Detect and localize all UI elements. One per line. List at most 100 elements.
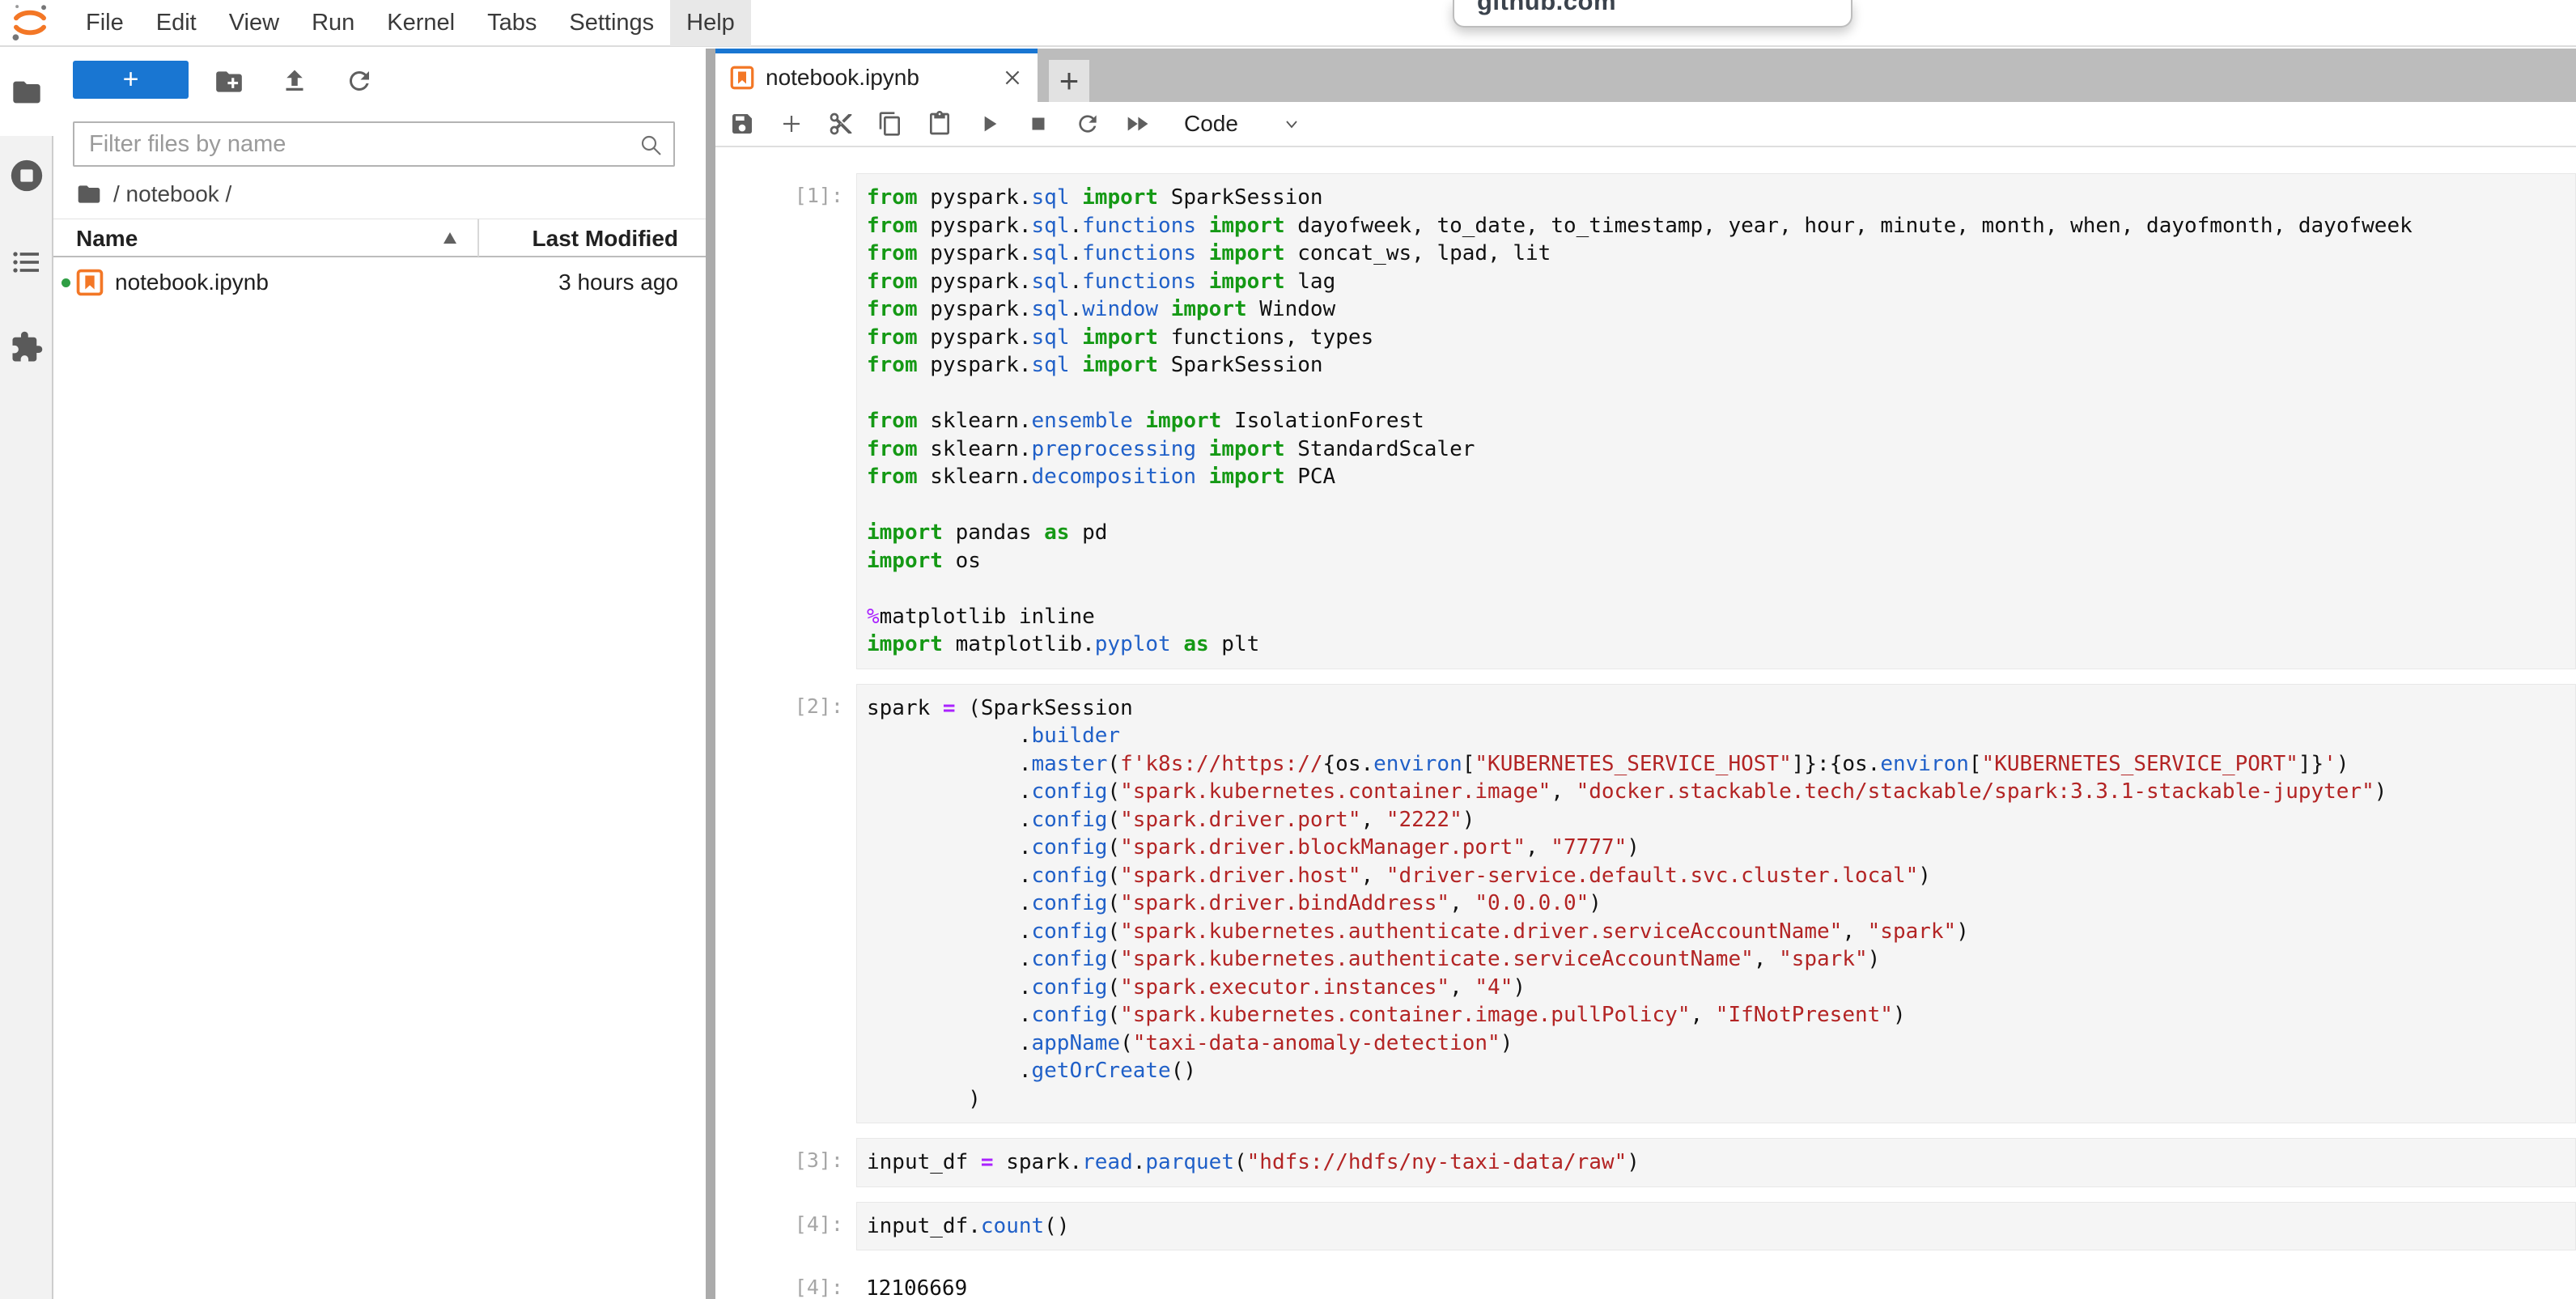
upload-icon (280, 66, 309, 96)
column-header-name[interactable]: Name (76, 226, 138, 252)
upload-button[interactable] (280, 66, 309, 100)
paste-cells-button[interactable] (926, 110, 953, 138)
menu-item-kernel[interactable]: Kernel (371, 0, 471, 46)
sidebar-tab-file-browser[interactable] (0, 76, 53, 108)
code-line: .config("spark.driver.host", "driver-ser… (867, 862, 2575, 890)
file-name: notebook.ipynb (115, 270, 269, 295)
cut-cells-button[interactable] (827, 110, 855, 138)
code-line: from sklearn.ensemble import IsolationFo… (867, 407, 2575, 435)
stop-kernel-button[interactable] (1025, 110, 1052, 138)
cell-list: [1]:from pyspark.sql import SparkSession… (715, 149, 2576, 1299)
restart-icon (1075, 111, 1101, 137)
breadcrumb[interactable]: / notebook / (76, 178, 231, 210)
sort-ascending-icon[interactable] (443, 232, 456, 244)
code-line: from pyspark.sql import functions, types (867, 324, 2575, 352)
chevron-down-icon (1282, 114, 1301, 134)
code-line: %matplotlib inline (867, 603, 2575, 631)
code-editor[interactable]: input_df.count() (856, 1202, 2576, 1251)
code-line: from pyspark.sql import SparkSession (867, 351, 2575, 380)
code-line: .config("spark.executor.instances", "4") (867, 974, 2575, 1002)
notebook-toolbar: Code (715, 102, 2576, 147)
dock-tab-bar: notebook.ipynb + (715, 49, 2576, 102)
column-header-last-modified[interactable]: Last Modified (533, 226, 678, 252)
file-list-header: Name Last Modified (53, 219, 706, 257)
output-text: 12106669 (856, 1265, 2576, 1299)
notebook-icon (76, 269, 104, 296)
refresh-icon (345, 66, 374, 96)
code-line (867, 491, 2575, 520)
menu-item-help[interactable]: Help (670, 0, 751, 46)
folder-icon (11, 76, 43, 108)
code-editor[interactable]: spark = (SparkSession .builder .master(f… (856, 684, 2576, 1124)
new-folder-button[interactable] (214, 66, 244, 101)
save-icon (729, 111, 755, 137)
sidebar-tab-extension-manager[interactable] (0, 330, 53, 364)
plus-icon (779, 112, 804, 136)
activity-sidebar (0, 49, 53, 1299)
column-divider (477, 219, 479, 257)
input-prompt: [4]: (715, 1202, 856, 1251)
menu-item-run[interactable]: Run (295, 0, 371, 46)
code-line: from pyspark.sql.functions import concat… (867, 240, 2575, 268)
insert-cell-button[interactable] (778, 110, 805, 138)
menu-item-file[interactable]: File (70, 0, 140, 46)
close-tab-button[interactable] (1002, 67, 1023, 88)
code-line: import os (867, 547, 2575, 575)
sidebar-tab-running-sessions[interactable] (0, 157, 53, 194)
code-cell: [3]: input_df = spark.read.parquet("hdfs:… (715, 1138, 2576, 1187)
menu-item-settings[interactable]: Settings (553, 0, 670, 46)
file-list-item[interactable]: notebook.ipynb 3 hours ago (53, 261, 706, 304)
copy-icon (877, 111, 903, 137)
filter-files-field (73, 121, 675, 167)
code-line (867, 575, 2575, 603)
sidebar-tab-table-of-contents[interactable] (0, 246, 53, 278)
tab-notebook-ipynb[interactable]: notebook.ipynb (715, 49, 1038, 102)
file-last-modified: 3 hours ago (558, 270, 678, 295)
cell-type-dropdown[interactable]: Code (1184, 111, 1301, 137)
menu-item-view[interactable]: View (213, 0, 295, 46)
github-popup: github.com (1453, 0, 1852, 28)
output-prompt: [4]: (715, 1265, 856, 1299)
menu-item-tabs[interactable]: Tabs (471, 0, 553, 46)
menu-item-edit[interactable]: Edit (140, 0, 213, 46)
jupyter-logo-icon (10, 2, 50, 43)
paste-icon (927, 111, 953, 137)
list-icon (11, 246, 43, 278)
code-line: import matplotlib.pyplot as plt (867, 630, 2575, 659)
code-line: spark = (SparkSession (867, 694, 2575, 723)
code-line: .config("spark.driver.port", "2222") (867, 806, 2575, 834)
notebook-content: [1]:from pyspark.sql import SparkSession… (715, 149, 2576, 1299)
copy-cells-button[interactable] (876, 110, 904, 138)
input-prompt: [1]: (715, 173, 856, 669)
code-line: ) (867, 1085, 2575, 1114)
code-line: from sklearn.preprocessing import Standa… (867, 435, 2575, 464)
add-tab-button[interactable]: + (1049, 60, 1089, 102)
filter-files-input[interactable] (73, 121, 675, 167)
fast-forward-icon (1123, 110, 1151, 138)
new-folder-icon (214, 66, 244, 97)
save-button[interactable] (728, 110, 756, 138)
close-icon (1002, 67, 1023, 88)
run-icon (976, 111, 1002, 137)
code-editor[interactable]: input_df = spark.read.parquet("hdfs://hd… (856, 1138, 2576, 1187)
panel-splitter[interactable] (706, 49, 715, 1299)
code-cell: [1]:from pyspark.sql import SparkSession… (715, 173, 2576, 669)
breadcrumb-path: / notebook / (113, 181, 231, 207)
main-dock-panel: notebook.ipynb + (715, 49, 2576, 1299)
refresh-button[interactable] (345, 66, 374, 100)
file-browser-panel: + / notebook / Name Last Modified notebo… (53, 49, 706, 1299)
run-cell-button[interactable] (975, 110, 1003, 138)
new-launcher-button[interactable]: + (73, 61, 189, 99)
code-line: input_df = spark.read.parquet("hdfs://hd… (867, 1148, 2575, 1177)
folder-icon (76, 181, 102, 207)
code-line: from pyspark.sql.functions import dayofw… (867, 212, 2575, 240)
output-area: [4]: 12106669 (715, 1265, 2576, 1299)
puzzle-icon (10, 330, 44, 364)
restart-kernel-button[interactable] (1074, 110, 1101, 138)
code-line: 12106669 (866, 1275, 2576, 1299)
menu-bar: File Edit View Run Kernel Tabs Settings … (0, 0, 2576, 47)
input-prompt: [3]: (715, 1138, 856, 1187)
restart-run-all-button[interactable] (1123, 110, 1151, 138)
code-editor[interactable]: from pyspark.sql import SparkSessionfrom… (856, 173, 2576, 669)
stop-icon (1026, 112, 1050, 136)
